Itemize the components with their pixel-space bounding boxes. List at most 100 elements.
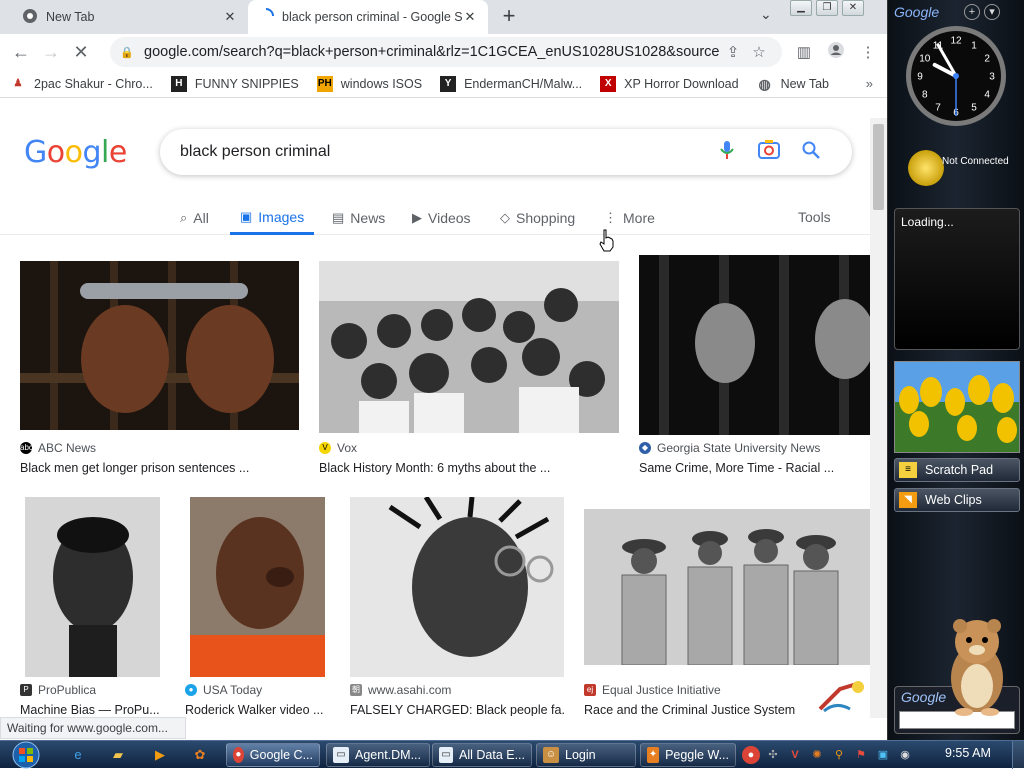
flag-tray-icon[interactable]: ⚑ <box>852 746 870 764</box>
page-scrollbar[interactable] <box>870 118 887 718</box>
tab-videos[interactable]: ▶ Videos <box>412 201 471 235</box>
search-tray-icon[interactable]: ⚲ <box>830 746 848 764</box>
lock-icon[interactable]: 🔒 <box>120 46 138 59</box>
address-bar[interactable]: 🔒 google.com/search?q=black+person+crimi… <box>110 37 782 67</box>
chrome-tray-icon[interactable]: ● <box>742 746 760 764</box>
weather-gadget[interactable]: Not Connected <box>908 150 1018 190</box>
bookmarks-overflow-icon[interactable]: » <box>866 76 873 91</box>
close-tab-icon[interactable]: ✕ <box>222 9 238 25</box>
new-tab-button[interactable]: + <box>496 4 522 30</box>
internet-explorer-icon[interactable]: e <box>68 745 88 765</box>
bookmark-windows-isos[interactable]: PH windows ISOS <box>307 75 430 92</box>
result-title[interactable]: Machine Bias — ProPu... <box>20 703 170 716</box>
image-result[interactable]: ● USA Today Roderick Walker video ... <box>185 497 330 716</box>
tab-search-dropdown-icon[interactable]: ⌄ <box>760 6 772 23</box>
gsu-favicon: ◆ <box>639 442 651 454</box>
stop-button[interactable]: ✕ <box>66 42 96 63</box>
folder-icon[interactable]: ▰ <box>108 745 128 765</box>
result-source[interactable]: ◆ Georgia State University News <box>639 441 820 455</box>
forward-button[interactable]: → <box>36 42 66 63</box>
tools-button[interactable]: Tools <box>798 209 831 225</box>
microphone-icon[interactable] <box>706 140 748 165</box>
back-button[interactable]: ← <box>6 42 36 63</box>
tab-shopping[interactable]: ◇ Shopping <box>500 201 575 235</box>
app-quicklaunch-icon[interactable]: ✿ <box>190 745 210 765</box>
volume-tray-icon[interactable]: ◉ <box>896 746 914 764</box>
bookmark-funny-snippies[interactable]: H FUNNY SNIPPIES <box>161 75 307 92</box>
bookmark-endermanch[interactable]: Y EndermanCH/Malw... <box>430 75 590 92</box>
scrollbar-thumb[interactable] <box>873 124 884 210</box>
media-player-icon[interactable]: ▶ <box>150 745 170 765</box>
tab-new-tab[interactable]: New Tab ✕ <box>12 0 248 34</box>
result-title[interactable]: Same Crime, More Time - Racial ... <box>639 461 870 475</box>
taskbar-item-chrome[interactable]: ● Google C... <box>226 743 320 767</box>
share-icon[interactable]: ⇪ <box>720 43 746 61</box>
image-result[interactable]: V Vox Black History Month: 6 myths about … <box>319 261 619 481</box>
image-result[interactable]: abc ABC News Black men get longer prison … <box>20 261 300 481</box>
result-title[interactable]: Roderick Walker video ... <box>185 703 330 716</box>
result-image[interactable] <box>584 509 870 665</box>
v-tray-icon[interactable]: V <box>786 746 804 764</box>
search-input[interactable]: black person criminal <box>160 129 852 175</box>
add-gadget-icon[interactable]: + <box>964 4 980 20</box>
bookmark-2pac[interactable]: ♟ 2pac Shakur - Chro... <box>0 76 161 92</box>
result-title[interactable]: Black History Month: 6 myths about the .… <box>319 461 619 475</box>
image-result[interactable]: ◆ Georgia State University News Same Crim… <box>639 255 870 481</box>
google-logo[interactable]: Google <box>24 135 127 170</box>
result-image[interactable] <box>639 255 870 435</box>
tab-news[interactable]: ▤ News <box>332 201 385 235</box>
tab-all[interactable]: ⌕ All <box>180 201 209 235</box>
bookmark-star-icon[interactable]: ☆ <box>746 43 772 61</box>
result-source[interactable]: abc ABC News <box>20 441 96 455</box>
minimize-button[interactable]: ▁ <box>790 0 812 16</box>
taskbar-item-peggle[interactable]: ✦ Peggle W... <box>640 743 736 767</box>
camera-lens-icon[interactable] <box>748 139 790 165</box>
image-result[interactable]: 朝 www.asahi.com FALSELY CHARGED: Black pe… <box>350 497 565 716</box>
taskbar-item-all-data[interactable]: ▭ All Data E... <box>432 743 532 767</box>
result-image[interactable] <box>25 497 160 677</box>
result-title[interactable]: Black men get longer prison sentences ..… <box>20 461 300 475</box>
taskbar-item-label: Login <box>565 748 596 762</box>
result-image[interactable] <box>190 497 325 677</box>
source-name: ABC News <box>38 441 97 455</box>
photo-slideshow-gadget[interactable] <box>894 361 1020 453</box>
start-button[interactable] <box>6 741 46 769</box>
bookmark-xp-horror[interactable]: X XP Horror Download <box>590 75 746 92</box>
x-icon: X <box>600 75 617 92</box>
maximize-button[interactable]: ❐ <box>816 0 838 16</box>
taskbar-item-agent[interactable]: ▭ Agent.DM... <box>326 743 430 767</box>
tab-search[interactable]: black person criminal - Google Search ✕ <box>248 0 488 34</box>
news-feed-gadget[interactable]: Loading... <box>894 208 1020 350</box>
result-source[interactable]: 朝 www.asahi.com <box>350 683 451 697</box>
search-icon: ⌕ <box>180 210 188 225</box>
globe-icon: ◍ <box>758 75 771 92</box>
gear-tray-icon[interactable]: ✺ <box>808 746 826 764</box>
search-icon[interactable] <box>790 141 832 164</box>
show-desktop-button[interactable] <box>1012 741 1024 769</box>
result-source[interactable]: V Vox <box>319 441 357 455</box>
tab-images[interactable]: ▣ Images <box>230 201 315 235</box>
network-tray-icon[interactable]: ▣ <box>874 746 892 764</box>
tool-tray-icon[interactable]: ✣ <box>764 746 782 764</box>
result-source[interactable]: ej Equal Justice Initiative <box>584 683 721 697</box>
windows-taskbar: e ▰ ▶ ✿ ● Google C... ▭ Agent.DM... ▭ Al… <box>0 740 1024 769</box>
menu-kebab-icon[interactable]: ⋮ <box>852 43 884 61</box>
bookmark-new-tab[interactable]: ◍ New Tab <box>747 76 837 92</box>
result-image[interactable] <box>350 497 564 677</box>
close-window-button[interactable]: ✕ <box>842 0 864 16</box>
taskbar-clock[interactable]: 9:55 AM <box>945 746 991 760</box>
result-source[interactable]: ● USA Today <box>185 683 262 697</box>
image-result[interactable]: P ProPublica Machine Bias — ProPu... <box>20 497 170 716</box>
taskbar-item-login[interactable]: ☺ Login <box>536 743 636 767</box>
side-panel-icon[interactable]: ▥ <box>788 43 820 61</box>
bookmark-label: New Tab <box>780 76 829 91</box>
web-clips-gadget[interactable]: ◥ Web Clips <box>894 488 1020 512</box>
scratch-pad-gadget[interactable]: ≡ Scratch Pad <box>894 458 1020 482</box>
close-tab-icon[interactable]: ✕ <box>462 9 478 25</box>
profile-avatar-icon[interactable] <box>820 41 852 63</box>
sidebar-menu-icon[interactable]: ▾ <box>984 4 1000 20</box>
result-image[interactable] <box>20 261 299 430</box>
result-image[interactable] <box>319 261 619 433</box>
result-source[interactable]: P ProPublica <box>20 683 96 697</box>
result-title[interactable]: FALSELY CHARGED: Black people fa... <box>350 703 565 716</box>
